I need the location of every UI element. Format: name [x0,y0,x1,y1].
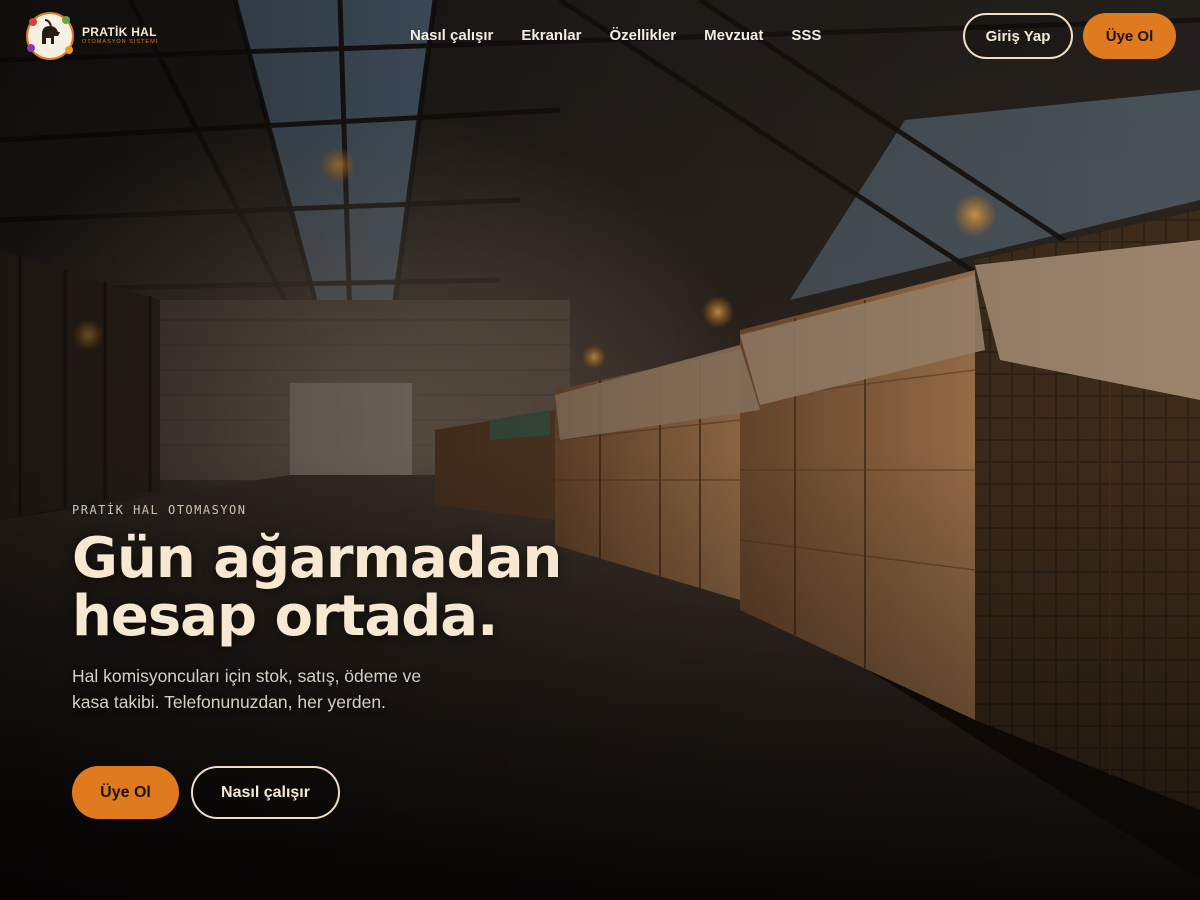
login-button[interactable]: Giriş Yap [963,13,1073,59]
hero-subtext: Hal komisyoncuları için stok, satış, öde… [72,666,422,712]
hero-headline: Gün ağarmadan hesap ortada. [72,526,562,649]
main-nav: Nasıl çalışır Ekranlar Özellikler Mevzua… [410,27,821,44]
nav-item-faq[interactable]: SSS [791,27,821,44]
brand-tagline: OTOMASYON SİSTEMİ [82,39,159,46]
brand-name: PRATİK HAL [82,25,157,40]
nav-item-how-it-works[interactable]: Nasıl çalışır [410,27,493,44]
nav-item-legislation[interactable]: Mevzuat [704,27,763,44]
hero-eyebrow: PRATİK HAL OTOMASYON [72,503,247,517]
hero-headline-line-2: hesap ortada. [72,584,498,649]
nav-item-features[interactable]: Özellikler [609,27,676,44]
how-it-works-button[interactable]: Nasıl çalışır [191,766,340,819]
hero-headline-line-1: Gün ağarmadan [72,526,562,591]
brand-logo[interactable]: PRATİK HAL OTOMASYON SİSTEMİ [24,10,158,62]
goat-emblem-icon [26,12,74,60]
signup-button-header[interactable]: Üye Ol [1083,13,1176,59]
nav-item-screens[interactable]: Ekranlar [521,27,581,44]
brand-wordmark: PRATİK HAL OTOMASYON SİSTEMİ [82,26,158,46]
hero-background-image [0,0,1200,900]
signup-button-hero[interactable]: Üye Ol [72,766,179,819]
